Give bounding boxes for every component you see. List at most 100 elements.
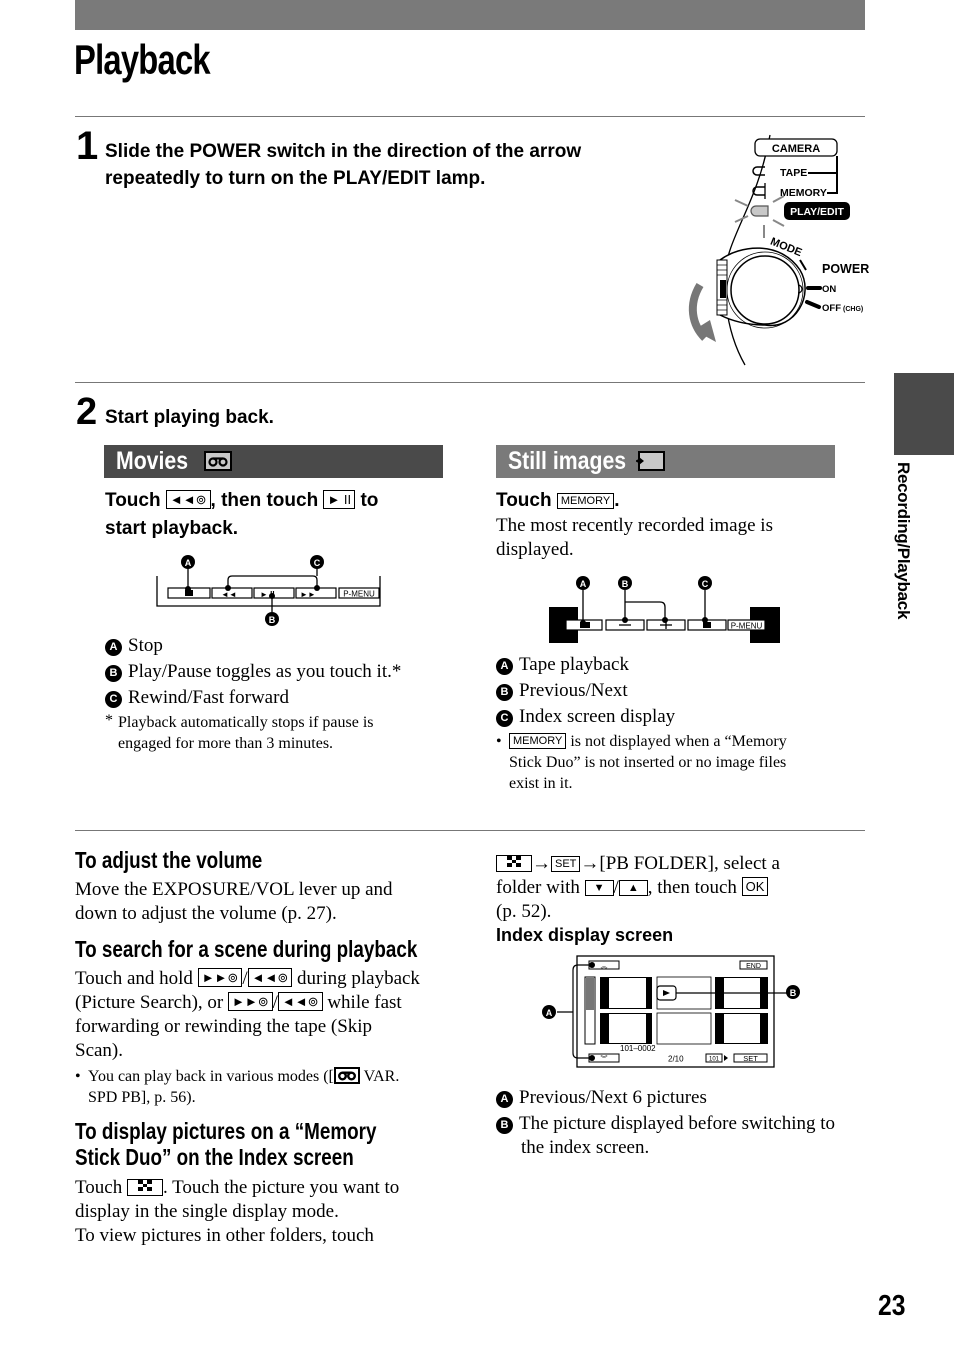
index-key <box>496 855 532 872</box>
body-line: To view pictures in other folders, touch <box>75 1225 374 1246</box>
movies-title: Movies <box>116 447 189 475</box>
svg-text:P-MENU: P-MENU <box>343 590 375 599</box>
note-text: is not displayed when a “Memory <box>570 733 787 750</box>
legend-item-previous-next-6: A Previous/Next 6 pictures <box>496 1086 835 1110</box>
body-text: , then touch <box>647 877 737 898</box>
movies-instruction-line-2: start playback. <box>105 518 239 539</box>
svg-text:PLAY/EDIT: PLAY/EDIT <box>790 206 844 218</box>
body-text: Touch and hold <box>75 968 193 989</box>
step-2-number: 2 <box>76 391 98 433</box>
legend-item-play-pause: B Play/Pause toggles as you touch it.* <box>105 659 401 685</box>
divider <box>75 116 865 117</box>
heading-line: Stick Duo” on the Index screen <box>75 1144 354 1170</box>
memory-key: MEMORY <box>509 733 567 749</box>
body-text: →[PB FOLDER], select a <box>580 853 780 874</box>
body-text: during playback <box>297 968 420 989</box>
desc-line: displayed. <box>496 539 574 560</box>
movies-instruction-line-1: Touch ◄◄⊚, then touch ► II to <box>105 487 378 515</box>
bullet: • <box>75 1068 81 1085</box>
svg-text:101: 101 <box>709 1057 720 1063</box>
movies-control-panel-diagram: ◄◄ ► II ►► P-MENU A C B <box>156 555 381 626</box>
movies-footnote: * Playback automatically stops if pause … <box>105 712 374 754</box>
svg-text:B: B <box>622 579 629 589</box>
desc-line: The most recently recorded image is <box>496 515 773 536</box>
movies-legend: A Stop B Play/Pause toggles as you touch i… <box>105 633 401 711</box>
svg-text:OFF: OFF <box>822 303 841 314</box>
step-1-text: Slide the POWER switch in the direction … <box>105 138 581 192</box>
power-arrow-tick <box>799 259 807 271</box>
marker-a: A <box>496 1091 513 1108</box>
svg-text:ON: ON <box>822 284 836 295</box>
note-text: Stick Duo” is not inserted or no image f… <box>509 754 787 771</box>
still-legend: A Tape playback B Previous/Next C Index scr… <box>496 652 675 730</box>
svg-text:►►: ►► <box>300 590 316 599</box>
lamp-glow-rays <box>734 195 785 238</box>
legend-text: Index screen display <box>519 706 676 727</box>
svg-text:B: B <box>269 615 276 625</box>
fast-forward-key: ►►⊚ <box>197 968 243 987</box>
instr-text: to <box>360 490 379 511</box>
legend-item-index-screen: C Index screen display <box>496 704 675 730</box>
legend-text: Rewind/Fast forward <box>128 687 289 708</box>
note-text: VAR. <box>363 1068 400 1085</box>
instr-text: Touch <box>496 490 552 511</box>
movies-section-header: Movies <box>104 445 443 478</box>
step-1-line-2: repeatedly to turn on the PLAY/EDIT lamp… <box>105 168 486 189</box>
power-dial <box>716 247 806 329</box>
header-bar <box>75 0 865 30</box>
legend-text: The picture displayed before switching t… <box>519 1113 836 1134</box>
section-tab <box>894 373 954 455</box>
marker-c: C <box>105 691 122 708</box>
svg-text:END: END <box>746 963 761 970</box>
svg-text:(CHG): (CHG) <box>843 306 863 313</box>
body-text: folder with <box>496 877 580 898</box>
index-body-right: → SET →[PB FOLDER], select a folder with ▼… <box>496 852 780 924</box>
body-line: forwarding or rewinding the tape (Skip <box>75 1016 373 1037</box>
svg-text:SET: SET <box>743 1054 758 1063</box>
rewind-key: ◄◄⊚ <box>277 992 323 1011</box>
marker-c: C <box>496 710 513 727</box>
marker-b: B <box>496 1117 513 1134</box>
mode-lamps: CAMERA TAPE MEMORY PLAY/EDIT <box>734 138 850 238</box>
index-grid-icon <box>507 856 521 867</box>
svg-text:TAPE: TAPE <box>780 167 807 179</box>
rewind-key: ◄◄⊚ <box>247 968 293 987</box>
legend-item-tape-playback: A Tape playback <box>496 652 675 678</box>
rewind-key: ◄◄⊚ <box>165 490 211 509</box>
svg-text:B: B <box>790 988 797 998</box>
volume-heading: To adjust the volume <box>75 847 263 873</box>
divider <box>75 830 865 831</box>
legend-text: Tape playback <box>519 654 629 675</box>
still-images-section-header: Still images <box>496 445 835 478</box>
instr-text: , then touch <box>210 490 319 511</box>
body-text: Touch <box>75 1177 123 1198</box>
note-text: exist in it. <box>509 775 573 792</box>
marker-a: A <box>496 658 513 675</box>
section-tab-label: Recording/Playback <box>893 462 923 642</box>
legend-item-stop: A Stop <box>105 633 401 659</box>
ok-key: OK <box>741 877 769 896</box>
svg-text:101–0002: 101–0002 <box>620 1044 656 1053</box>
legend-text: Previous/Next 6 pictures <box>519 1087 707 1108</box>
svg-text:◄◄: ◄◄ <box>221 590 237 599</box>
svg-text:A: A <box>580 579 587 589</box>
index-grid-icon <box>137 1180 152 1191</box>
down-key: ▼ <box>584 880 614 896</box>
legend-text: the index screen. <box>521 1137 650 1158</box>
play-edit-lamp-lit <box>750 205 769 217</box>
svg-text:C: C <box>314 558 321 568</box>
still-description: The most recently recorded image is disp… <box>496 514 773 562</box>
still-images-title: Still images <box>508 447 627 475</box>
marker-a: A <box>105 639 122 656</box>
search-body: Touch and hold ►►⊚ / ◄◄⊚ during playback (… <box>75 967 420 1063</box>
index-legend: A Previous/Next 6 pictures B The picture d… <box>496 1086 835 1160</box>
still-note: • MEMORY is not displayed when a “Memory… <box>496 731 787 794</box>
play-pause-key: ► II <box>323 490 356 509</box>
legend-text: Play/Pause toggles as you touch it.* <box>128 661 402 682</box>
heading-line: To display pictures on a “Memory <box>75 1118 377 1144</box>
svg-text:︽: ︽ <box>601 963 608 970</box>
legend-item-previous-next: B Previous/Next <box>496 678 675 704</box>
up-key: ▲ <box>618 880 648 896</box>
body-line: down to adjust the volume (p. 27). <box>75 903 337 924</box>
index-key <box>126 1179 163 1196</box>
